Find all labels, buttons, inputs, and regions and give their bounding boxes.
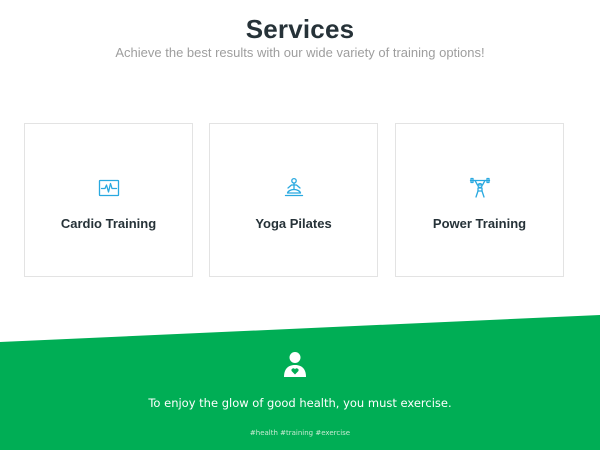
footer-tags: #health #training #exercise — [249, 429, 351, 437]
services-page: Services Achieve the best results with o… — [0, 0, 600, 450]
footer-quote: To enjoy the glow of good health, you mu… — [148, 396, 452, 410]
user-heart-icon — [282, 351, 308, 377]
footer-green-band — [0, 315, 600, 450]
